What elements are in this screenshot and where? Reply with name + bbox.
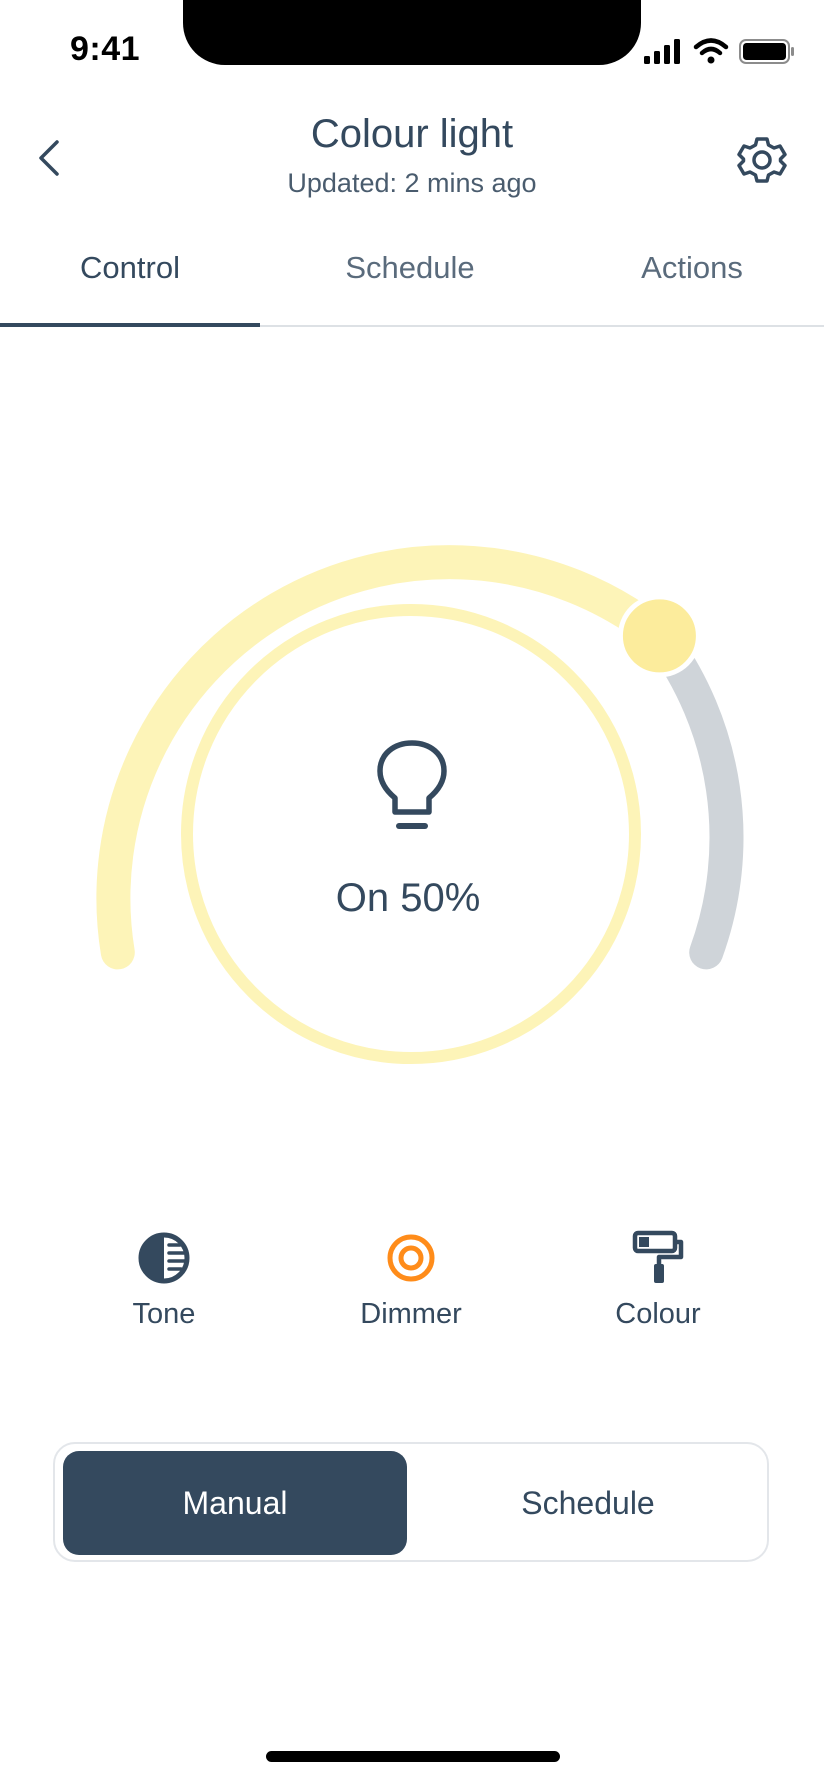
tab-schedule[interactable]: Schedule bbox=[280, 250, 540, 286]
status-time: 9:41 bbox=[70, 30, 141, 68]
control-mode-switch: Manual Schedule bbox=[53, 1442, 769, 1562]
header: Colour light Updated: 2 mins ago bbox=[0, 100, 824, 220]
mode-selector: Tone Dimmer Colour bbox=[0, 1230, 824, 1350]
lightbulb-icon bbox=[377, 740, 447, 829]
gear-icon bbox=[737, 137, 787, 183]
signal-icon bbox=[644, 39, 680, 64]
tab-control[interactable]: Control bbox=[0, 250, 260, 286]
status-bar: 9:41 bbox=[0, 0, 824, 100]
active-tab-indicator bbox=[0, 323, 260, 327]
settings-button[interactable] bbox=[732, 130, 792, 190]
mode-colour-label: Colour bbox=[615, 1298, 701, 1330]
manual-button[interactable]: Manual bbox=[63, 1451, 407, 1555]
mode-colour[interactable]: Colour bbox=[558, 1230, 758, 1331]
mode-dimmer[interactable]: Dimmer bbox=[311, 1230, 511, 1331]
mode-tone-label: Tone bbox=[132, 1298, 196, 1330]
paint-roller-icon bbox=[632, 1230, 684, 1283]
tab-bar: Control Schedule Actions bbox=[0, 230, 824, 327]
tab-actions[interactable]: Actions bbox=[562, 250, 822, 286]
battery-icon bbox=[739, 39, 794, 64]
tone-icon bbox=[138, 1232, 190, 1284]
last-updated-text: Updated: 2 mins ago bbox=[287, 168, 537, 198]
mode-tone[interactable]: Tone bbox=[64, 1230, 264, 1331]
dial-knob[interactable] bbox=[617, 594, 701, 678]
mode-dimmer-label: Dimmer bbox=[360, 1298, 462, 1330]
device-notch bbox=[183, 0, 641, 65]
wifi-icon bbox=[693, 38, 729, 64]
page-title: Colour light bbox=[310, 112, 514, 156]
schedule-button[interactable]: Schedule bbox=[413, 1451, 763, 1555]
home-indicator bbox=[266, 1751, 560, 1762]
dimmer-status-text: On 50% bbox=[335, 876, 481, 920]
status-icons bbox=[644, 38, 794, 64]
dimmer-icon bbox=[387, 1234, 435, 1282]
